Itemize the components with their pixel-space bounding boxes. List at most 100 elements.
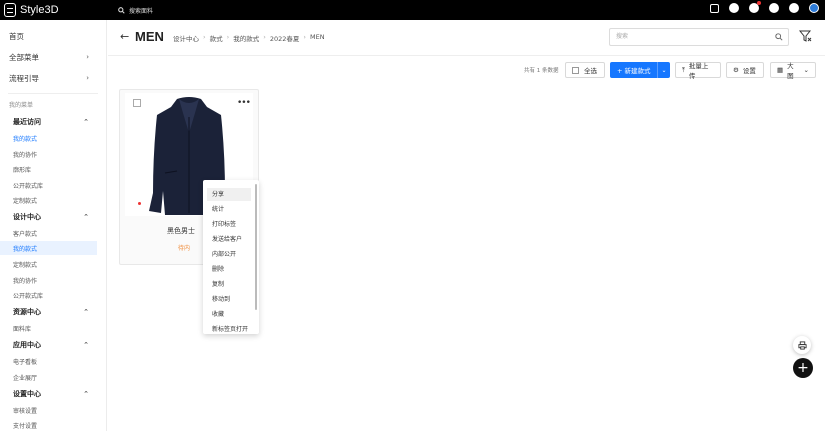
view-mode-select[interactable]: ▦ 大图 ⌄ <box>770 62 816 80</box>
sidebar-item-payment-settings[interactable]: 支付设置 <box>0 418 97 432</box>
breadcrumb-item[interactable]: 款式 <box>210 33 223 43</box>
breadcrumb-item[interactable]: 我的款式 <box>233 33 259 43</box>
sidebar-process-guide-label: 流程引导 <box>9 73 39 83</box>
breadcrumb: 设计中心 › 款式 › 我的款式 › 2022春夏 › MEN <box>173 33 325 43</box>
chevron-up-icon: ⌃ <box>83 308 89 316</box>
main-content: ← MEN 设计中心 › 款式 › 我的款式 › 2022春夏 › MEN 搜索 共有 … <box>108 20 825 431</box>
sidebar-item-recent-my-styles[interactable]: 我的款式 <box>0 131 97 145</box>
section-title: 最近访问 <box>13 118 41 126</box>
printer-icon <box>797 340 807 350</box>
sidebar-item-client-styles[interactable]: 客户款式 <box>0 226 97 240</box>
menu-item-share[interactable]: 分享 <box>207 188 251 201</box>
sidebar-item-showroom[interactable]: 企业展厅 <box>0 370 97 384</box>
chevron-up-icon: ⌃ <box>83 213 89 221</box>
sidebar-item-public-library[interactable]: 公开款式库 <box>0 288 97 302</box>
sidebar-item-my-styles[interactable]: 我的款式 <box>0 241 97 255</box>
notification-dot <box>757 1 761 5</box>
search-placeholder: 搜索 <box>616 33 629 40</box>
breadcrumb-item: MEN <box>309 33 325 41</box>
chevron-up-icon: ⌃ <box>83 390 89 398</box>
menu-item-delete[interactable]: 删除 <box>207 263 251 276</box>
style-card[interactable]: ••• 黑色男士 待内 分享 统计 打印标签 发送给客户 内部公开 删除 复制 … <box>119 89 259 334</box>
select-all-label: 全选 <box>584 67 597 75</box>
add-button[interactable]: + <box>793 358 813 378</box>
settings-button[interactable]: ⚙ 设置 <box>726 62 764 78</box>
chevron-right-icon: › <box>86 53 89 61</box>
logo-icon <box>4 3 16 17</box>
fabric-search[interactable]: 搜索面料 <box>118 6 153 15</box>
chevron-down-icon[interactable]: ⌄ <box>657 62 670 78</box>
select-all-button[interactable]: 全选 <box>565 62 605 78</box>
sidebar-item-recent-custom[interactable]: 定制款式 <box>0 193 97 207</box>
print-button[interactable] <box>793 336 811 354</box>
add-circle-icon[interactable] <box>729 3 739 13</box>
sidebar-item-recent-public[interactable]: 公开款式库 <box>0 178 97 192</box>
app-logo[interactable]: Style3D <box>4 3 108 17</box>
toolbar: 共有 1 条数据 全选 + 新建款式 ⌄ ⤒ 批量上传 ⚙ 设置 ▦ 大图 ⌄ <box>108 62 825 80</box>
upload-icon: ⤒ <box>682 65 685 74</box>
section-recent[interactable]: 最近访问 ⌃ <box>0 115 97 129</box>
breadcrumb-item[interactable]: 设计中心 <box>173 33 199 43</box>
sidebar-item-recent-collab[interactable]: 我的协作 <box>0 147 97 161</box>
breadcrumb-separator: › <box>303 33 306 41</box>
menu-item-open-new-tab[interactable]: 新标签页打开 <box>207 323 251 334</box>
menu-item-stats[interactable]: 统计 <box>207 203 251 216</box>
section-resource-center[interactable]: 资源中心 ⌃ <box>0 305 97 319</box>
gear-icon: ⚙ <box>733 66 739 74</box>
sidebar-all-menu[interactable]: 全部菜单 › <box>0 50 97 64</box>
notification-icon[interactable] <box>749 1 761 13</box>
menu-item-copy[interactable]: 复制 <box>207 278 251 291</box>
page-title: MEN <box>135 29 164 44</box>
sidebar: 首页 全部菜单 › 流程引导 › 我的菜单 最近访问 ⌃ 我的款式 我的协作 廓形库 … <box>0 20 107 431</box>
user-avatar[interactable] <box>809 3 819 13</box>
menu-item-print-label[interactable]: 打印标签 <box>207 218 251 231</box>
section-settings-center[interactable]: 设置中心 ⌃ <box>0 387 97 401</box>
new-style-label: + 新建款式 <box>617 67 651 75</box>
sidebar-divider <box>8 93 98 94</box>
checkbox-icon <box>572 66 579 74</box>
sidebar-item-review-settings[interactable]: 审核设置 <box>0 403 97 417</box>
chevron-down-icon: ⌄ <box>803 66 809 74</box>
filter-icon[interactable] <box>798 29 812 43</box>
section-title: 设置中心 <box>13 390 41 398</box>
card-checkbox[interactable] <box>133 99 141 107</box>
sidebar-item-dashboard[interactable]: 电子看板 <box>0 354 97 368</box>
top-bar: Style3D 搜索面料 <box>0 0 825 20</box>
section-app-center[interactable]: 应用中心 ⌃ <box>0 338 97 352</box>
chevron-right-icon: › <box>86 74 89 82</box>
my-menu-label: 我的菜单 <box>9 102 34 109</box>
more-options-icon[interactable]: ••• <box>237 98 251 108</box>
menu-item-send-to-client[interactable]: 发送给客户 <box>207 233 251 246</box>
search-icon[interactable] <box>775 33 783 41</box>
menu-item-favorite[interactable]: 收藏 <box>207 308 251 321</box>
section-title: 设计中心 <box>13 213 41 221</box>
sidebar-item-custom-styles[interactable]: 定制款式 <box>0 257 97 271</box>
menu-item-move-to[interactable]: 移动到 <box>207 293 251 306</box>
new-style-button[interactable]: + 新建款式 ⌄ <box>610 62 670 78</box>
back-arrow-icon[interactable]: ← <box>120 30 129 43</box>
context-menu: 分享 统计 打印标签 发送给客户 内部公开 删除 复制 移动到 收藏 新标签页打… <box>203 180 259 334</box>
view-mode-label: 大图 <box>787 62 794 80</box>
status-badge: 待内 <box>178 245 191 252</box>
sidebar-process-guide[interactable]: 流程引导 › <box>0 71 97 85</box>
sidebar-item-recent-silhouette[interactable]: 廓形库 <box>0 162 97 176</box>
bulk-upload-label: 批量上传 <box>688 62 709 80</box>
section-design-center[interactable]: 设计中心 ⌃ <box>0 210 97 224</box>
breadcrumb-separator: › <box>263 33 266 41</box>
message-icon[interactable] <box>789 3 799 13</box>
sidebar-home[interactable]: 首页 <box>0 29 97 43</box>
breadcrumb-separator: › <box>226 33 230 41</box>
result-count: 共有 1 条数据 <box>524 68 559 74</box>
breadcrumb-item[interactable]: 2022春夏 <box>270 33 300 43</box>
download-icon[interactable] <box>769 3 779 13</box>
sidebar-all-menu-label: 全部菜单 <box>9 52 39 62</box>
menu-scrollbar[interactable] <box>255 184 257 310</box>
menu-item-internal-public[interactable]: 内部公开 <box>207 248 251 261</box>
sidebar-item-my-collab[interactable]: 我的协作 <box>0 273 97 287</box>
sidebar-item-fabric-library[interactable]: 面料库 <box>0 321 97 335</box>
search-input[interactable]: 搜索 <box>609 28 789 46</box>
bulk-upload-button[interactable]: ⤒ 批量上传 <box>675 62 721 80</box>
calendar-icon[interactable] <box>710 4 719 13</box>
plus-icon: + <box>797 360 809 376</box>
section-title: 资源中心 <box>13 308 41 316</box>
